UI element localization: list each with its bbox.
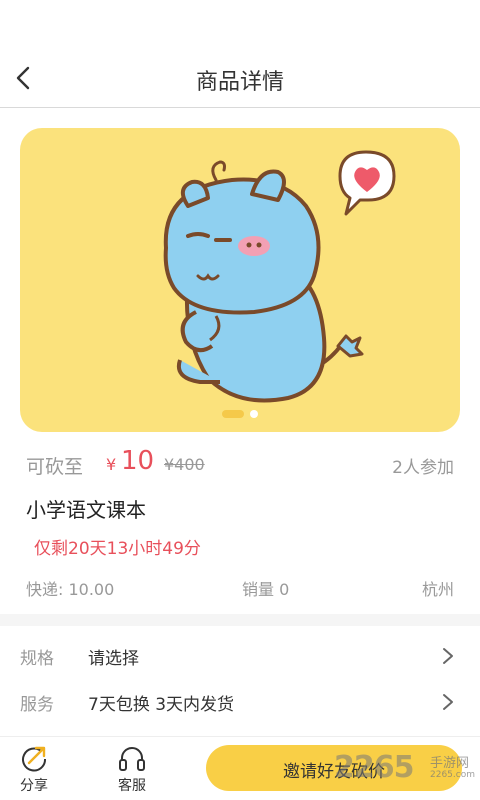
bottom-action-bar: 分享 客服 邀请好友砍价: [0, 736, 480, 800]
service-label: 客服: [118, 778, 146, 794]
service-option-row[interactable]: 服务 7天包换 3天内发货: [0, 680, 480, 724]
chevron-right-icon: [443, 694, 453, 710]
shipping-fee: 快递: 10.00: [26, 580, 115, 599]
price-row: 可砍至 ¥ 10 ¥400 2人参加: [26, 446, 456, 480]
top-nav-bar: 商品详情: [0, 48, 480, 108]
location: 杭州: [421, 580, 454, 599]
spec-label: 规格: [20, 649, 54, 669]
product-image-carousel[interactable]: [20, 128, 460, 432]
original-price: ¥400: [164, 455, 205, 474]
spec-value: 请选择: [88, 649, 139, 669]
share-icon: [22, 746, 47, 772]
sales-count: 销量 0: [242, 580, 290, 599]
carousel-dot-active: [222, 410, 244, 418]
product-meta: 快递: 10.00 销量 0 杭州: [26, 576, 456, 600]
invite-label: 邀请好友砍价: [283, 762, 385, 782]
product-name: 小学语文课本: [26, 498, 146, 522]
cut-price-label: 可砍至: [26, 456, 84, 478]
page-title: 商品详情: [195, 70, 284, 95]
share-label: 分享: [20, 778, 48, 794]
participants-count: 2人参加: [392, 458, 454, 478]
service-label: 服务: [20, 695, 54, 715]
share-button[interactable]: 分享: [4, 741, 64, 797]
headset-icon: [119, 747, 145, 771]
carousel-indicator: [20, 410, 460, 418]
invite-friends-button[interactable]: 邀请好友砍价: [206, 745, 462, 791]
cut-price: 10: [121, 446, 155, 476]
currency-symbol: ¥: [106, 455, 117, 474]
spec-option-row[interactable]: 规格 请选择: [0, 634, 480, 678]
customer-service-button[interactable]: 客服: [102, 741, 162, 797]
carousel-dot: [250, 410, 258, 418]
hippo-illustration: [163, 150, 396, 403]
countdown-timer: 仅剩20天13小时49分: [34, 539, 201, 559]
service-value: 7天包换 3天内发货: [88, 695, 235, 715]
section-divider: [0, 614, 480, 626]
chevron-right-icon: [443, 648, 453, 664]
